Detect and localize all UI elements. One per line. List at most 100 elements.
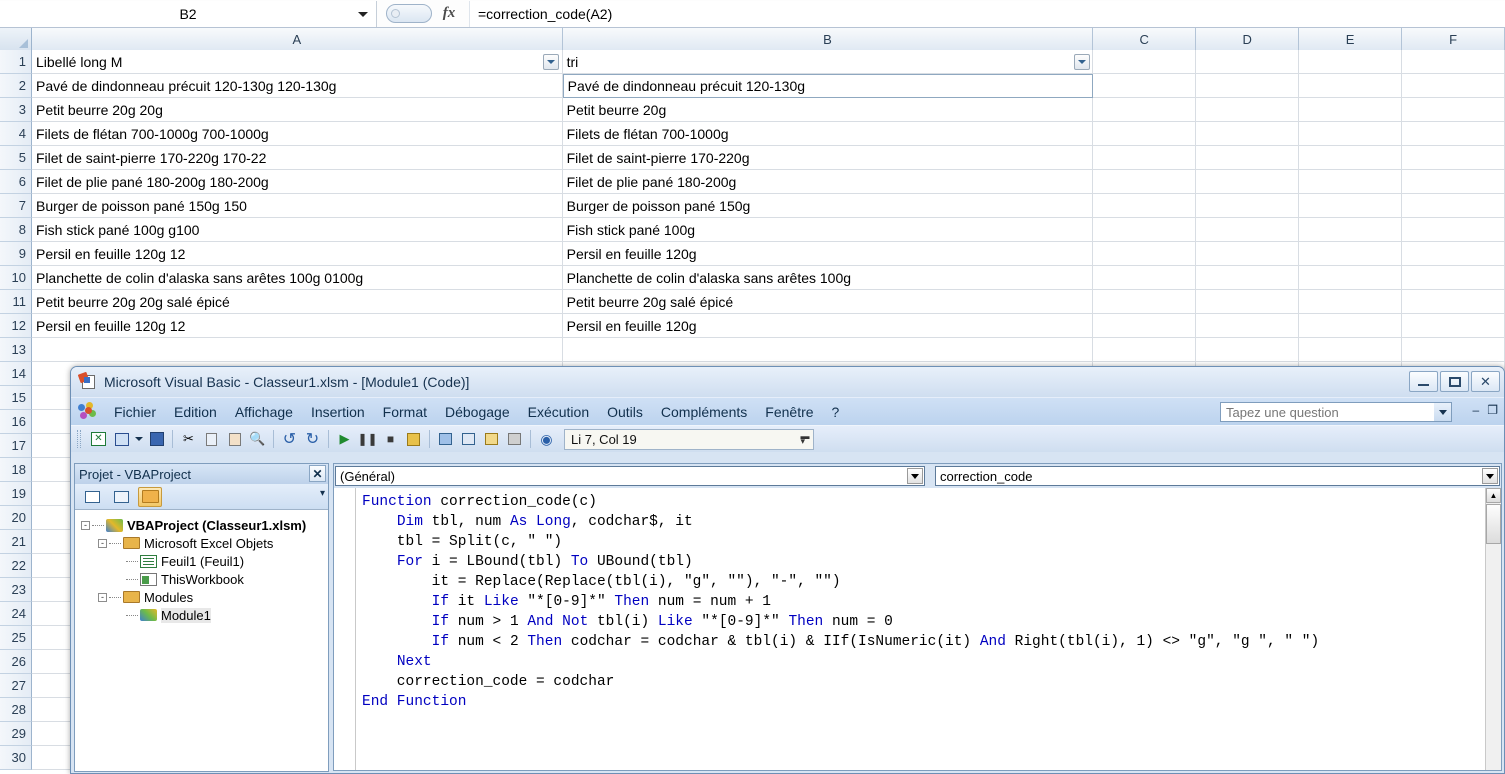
tree-expander[interactable]: - [81,520,90,530]
cell-e2[interactable] [1299,74,1403,98]
row-header[interactable]: 1 [0,50,32,74]
insert-function-icon[interactable]: fx [438,4,460,24]
cell-d7[interactable] [1196,194,1300,218]
table-row[interactable]: 6 Filet de plie pané 180-200g 180-200g Fil… [0,170,1505,194]
row-header[interactable]: 17 [0,434,32,458]
cell-d9[interactable] [1196,242,1300,266]
column-header-b[interactable]: B [562,28,1094,50]
undo-icon[interactable]: ↺ [278,429,301,450]
row-header[interactable]: 27 [0,674,32,698]
table-row[interactable]: 12 Persil en feuille 120g 12 Persil en feu… [0,314,1505,338]
cell-a12[interactable]: Persil en feuille 120g 12 [31,314,563,338]
find-icon[interactable]: 🔍 [246,429,269,450]
cell-a9[interactable]: Persil en feuille 120g 12 [31,242,563,266]
cell-d12[interactable] [1196,314,1300,338]
cell-a7[interactable]: Burger de poisson pané 150g 150 [31,194,563,218]
panel-overflow-button[interactable]: ▾ [320,488,325,499]
cell-b3[interactable]: Petit beurre 20g [562,98,1094,122]
restore-button[interactable] [1440,371,1469,392]
cell-a4[interactable]: Filets de flétan 700-1000g 700-1000g [31,122,563,146]
object-dropdown[interactable]: (Général) [335,466,925,486]
cell-c9[interactable] [1093,242,1197,266]
cell-b12[interactable]: Persil en feuille 120g [562,314,1094,338]
cell-f9[interactable] [1402,242,1505,266]
vba-title-bar[interactable]: Microsoft Visual Basic - Classeur1.xlsm … [71,367,1504,397]
minimize-button[interactable] [1409,371,1438,392]
design-mode-icon[interactable] [402,429,425,450]
table-row[interactable]: 11 Petit beurre 20g 20g salé épicé Petit b… [0,290,1505,314]
cell-c2[interactable] [1093,74,1197,98]
table-row[interactable]: 1 Libellé long Mtri [0,50,1505,74]
cell-f2[interactable] [1402,74,1505,98]
column-header-c[interactable]: C [1093,28,1197,50]
cell-e10[interactable] [1299,266,1403,290]
tree-node[interactable]: - VBAProject (Classeur1.xlsm) [81,516,328,534]
cell-c3[interactable] [1093,98,1197,122]
cell-a8[interactable]: Fish stick pané 100g g100 [31,218,563,242]
tree-node[interactable]: Feuil1 (Feuil1) [81,552,328,570]
table-row[interactable]: 10 Planchette de colin d'alaska sans arêt… [0,266,1505,290]
menu-item-insertion[interactable]: Insertion [302,401,374,423]
cell-e3[interactable] [1299,98,1403,122]
toolbox-icon[interactable] [503,429,526,450]
cell-a13[interactable] [31,338,563,362]
menu-item-format[interactable]: Format [374,401,436,423]
cell-c11[interactable] [1093,290,1197,314]
tree-node[interactable]: ThisWorkbook [81,570,328,588]
row-header[interactable]: 30 [0,746,32,770]
menu-item-execution[interactable]: Exécution [519,401,598,423]
cell-a3[interactable]: Petit beurre 20g 20g [31,98,563,122]
code-text[interactable]: Function correction_code(c) Dim tbl, num… [356,488,1485,770]
view-code-icon[interactable] [80,487,104,507]
scroll-thumb[interactable] [1486,504,1501,544]
cell-f8[interactable] [1402,218,1505,242]
cell-b1[interactable]: tri [562,50,1094,74]
cell-e9[interactable] [1299,242,1403,266]
cell-e12[interactable] [1299,314,1403,338]
project-explorer-close-button[interactable]: ✕ [309,465,326,482]
chevron-down-icon[interactable] [358,11,368,17]
break-icon[interactable]: ❚❚ [356,429,379,450]
cell-b9[interactable]: Persil en feuille 120g [562,242,1094,266]
chevron-down-icon[interactable] [1482,468,1498,484]
table-row[interactable]: 8 Fish stick pané 100g g100 Fish stick pan… [0,218,1505,242]
cell-b2[interactable]: Pavé de dindonneau précuit 120-130g [562,74,1094,98]
menu-item-edition[interactable]: Edition [165,401,226,423]
cell-d10[interactable] [1196,266,1300,290]
tree-node[interactable]: - Modules [81,588,328,606]
cut-icon[interactable]: ✂ [177,429,200,450]
cell-b4[interactable]: Filets de flétan 700-1000g [562,122,1094,146]
row-header[interactable]: 29 [0,722,32,746]
cell-d11[interactable] [1196,290,1300,314]
cell-b7[interactable]: Burger de poisson pané 150g [562,194,1094,218]
column-header-e[interactable]: E [1299,28,1403,50]
cell-e5[interactable] [1299,146,1403,170]
cell-a2[interactable]: Pavé de dindonneau précuit 120-130g 120-… [31,74,563,98]
tree-expander[interactable]: - [98,538,107,548]
cell-b13[interactable] [562,338,1094,362]
cell-a10[interactable]: Planchette de colin d'alaska sans arêtes… [31,266,563,290]
formula-bar-toggle[interactable] [386,4,432,23]
cell-d1[interactable] [1196,50,1300,74]
row-header[interactable]: 25 [0,626,32,650]
cell-f7[interactable] [1402,194,1505,218]
menu-item-complements[interactable]: Compléments [652,401,756,423]
reset-icon[interactable]: ■ [379,429,402,450]
cell-d6[interactable] [1196,170,1300,194]
row-header[interactable]: 24 [0,602,32,626]
cell-d4[interactable] [1196,122,1300,146]
save-icon[interactable] [145,429,168,450]
cell-f12[interactable] [1402,314,1505,338]
table-row[interactable]: 3 Petit beurre 20g 20g Petit beurre 20g [0,98,1505,122]
chevron-down-icon[interactable] [907,468,923,484]
cell-a5[interactable]: Filet de saint-pierre 170-220g 170-22 [31,146,563,170]
toggle-folders-icon[interactable] [138,486,162,507]
paste-icon[interactable] [223,429,246,450]
cell-f10[interactable] [1402,266,1505,290]
cell-b6[interactable]: Filet de plie pané 180-200g [562,170,1094,194]
menu-item-fichier[interactable]: Fichier [105,401,165,423]
cell-b5[interactable]: Filet de saint-pierre 170-220g [562,146,1094,170]
mdi-restore-button[interactable]: ❐ [1487,403,1498,417]
formula-input[interactable]: =correction_code(A2) [469,0,1505,27]
toolbar-grip[interactable] [77,430,81,448]
